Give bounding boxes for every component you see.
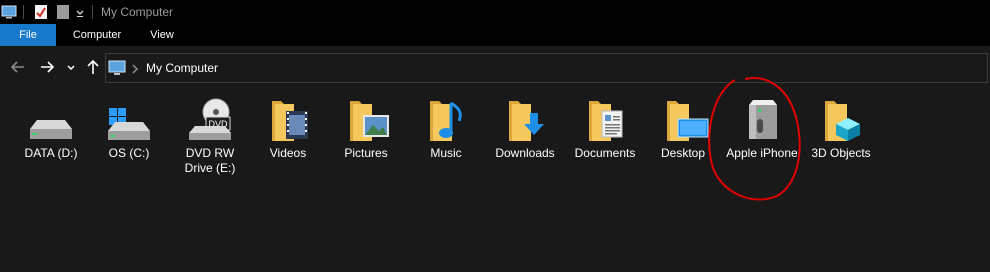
tab-computer[interactable]: Computer bbox=[62, 24, 132, 46]
item-label: Music bbox=[430, 146, 462, 160]
annotation-circle bbox=[708, 77, 801, 201]
up-arrow-icon[interactable] bbox=[84, 58, 102, 76]
recent-locations-chevron-icon[interactable] bbox=[65, 58, 77, 76]
toolbar-separator bbox=[92, 5, 93, 19]
documents-folder-icon bbox=[589, 101, 623, 141]
item-grid: DATA (D:) OS (C:) DVD DVD RW Drive (E:) bbox=[0, 95, 990, 225]
breadcrumb-my-computer[interactable]: My Computer bbox=[146, 61, 218, 75]
music-folder-icon bbox=[430, 101, 462, 141]
hard-drive-icon bbox=[30, 120, 72, 139]
toolbar-separator bbox=[23, 5, 24, 19]
3d-objects-folder-icon bbox=[825, 101, 860, 141]
dvd-drive-icon: DVD bbox=[189, 98, 231, 140]
item-label: DVD RW Drive (E:) bbox=[184, 146, 236, 175]
breadcrumb-chevron-icon[interactable] bbox=[131, 63, 139, 75]
computer-icon bbox=[1, 5, 17, 19]
item-label: 3D Objects bbox=[811, 146, 871, 160]
windows-drive-icon bbox=[108, 108, 150, 140]
ribbon-tabs: File Computer View bbox=[0, 24, 990, 46]
downloads-folder-icon bbox=[509, 101, 544, 141]
item-label: Pictures bbox=[344, 146, 388, 160]
computer-icon bbox=[108, 60, 126, 75]
forward-arrow-icon[interactable] bbox=[38, 58, 56, 76]
videos-folder-icon bbox=[272, 101, 308, 141]
back-arrow-icon[interactable] bbox=[9, 58, 27, 76]
item-label: Downloads bbox=[495, 146, 555, 160]
item-label: DATA (D:) bbox=[24, 146, 78, 160]
new-folder-icon[interactable] bbox=[56, 4, 70, 20]
item-label: OS (C:) bbox=[108, 146, 150, 160]
item-label: Documents bbox=[574, 146, 636, 160]
pictures-folder-icon bbox=[350, 101, 389, 141]
tab-file[interactable]: File bbox=[0, 24, 56, 46]
window-title: My Computer bbox=[101, 5, 174, 19]
customize-toolbar-chevron-icon[interactable] bbox=[75, 4, 85, 20]
address-bar[interactable]: My Computer bbox=[105, 53, 988, 83]
title-bar: My Computer bbox=[0, 0, 990, 24]
item-label: Videos bbox=[269, 146, 307, 160]
navigation-bar: My Computer bbox=[0, 46, 990, 90]
properties-icon[interactable] bbox=[33, 4, 49, 20]
tab-view[interactable]: View bbox=[138, 24, 186, 46]
